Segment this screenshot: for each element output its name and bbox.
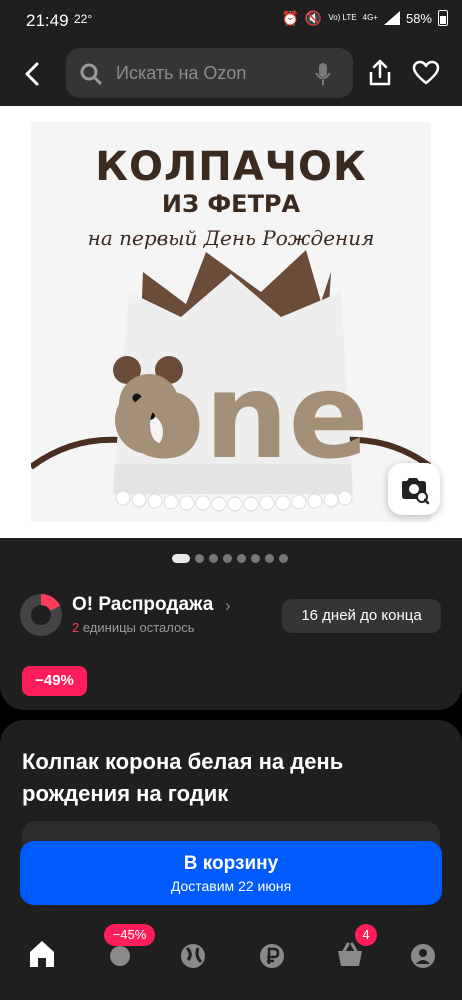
- app-header: Искать на Ozon: [0, 40, 462, 106]
- stock-label: единицы осталось: [82, 620, 195, 635]
- price-section: −49%: [0, 648, 462, 710]
- profile-icon: [411, 944, 435, 968]
- camera-search-icon: [402, 478, 430, 505]
- back-button[interactable]: [16, 58, 48, 90]
- sale-title[interactable]: О! Распродажа: [72, 594, 213, 616]
- product-photo[interactable]: КОЛПАЧОК ИЗ ФЕТРА на первый День Рождени…: [31, 122, 431, 522]
- add-to-cart-label: В корзину: [183, 853, 279, 874]
- chevron-left-icon: [25, 62, 39, 86]
- sale-logo-icon: [20, 594, 62, 636]
- carousel-dot[interactable]: [251, 554, 260, 563]
- battery-percent: 58%: [405, 10, 432, 26]
- carousel-dots: [172, 554, 288, 563]
- share-icon: [369, 59, 391, 86]
- carousel-dot[interactable]: [223, 554, 232, 563]
- carousel-dot[interactable]: [209, 554, 218, 563]
- status-temperature: 22°: [74, 12, 93, 26]
- carousel-dot[interactable]: [172, 554, 190, 563]
- status-time: 21:49: [26, 11, 69, 30]
- product-image-area[interactable]: КОЛПАЧОК ИЗ ФЕТРА на первый День Рождени…: [0, 106, 462, 538]
- carousel-dot[interactable]: [237, 554, 246, 563]
- bottom-navigation: −45% 4: [0, 920, 462, 1000]
- search-placeholder: Искать на Ozon: [116, 63, 247, 83]
- carousel-dot[interactable]: [279, 554, 288, 563]
- chevron-right-icon: ›: [225, 596, 231, 615]
- stock-count: 2: [72, 620, 80, 635]
- nav-home[interactable]: [22, 936, 62, 972]
- sale-promo[interactable]: О! Распродажа › 2 единицы осталось 16 дн…: [0, 586, 462, 648]
- carousel-dot[interactable]: [265, 554, 274, 563]
- heart-icon: [412, 60, 440, 85]
- nav-finance[interactable]: [252, 936, 292, 972]
- visual-search-button[interactable]: [388, 463, 440, 515]
- nav-fresh[interactable]: [173, 936, 213, 972]
- discount-badge: −49%: [22, 666, 87, 696]
- network-type: 4G+: [362, 13, 378, 22]
- status-bar: 21:49 22° ⏰ 🔇 Vo) LTE 4G+ 58%: [0, 0, 462, 40]
- search-input[interactable]: Искать на Ozon: [66, 48, 353, 98]
- volte-indicator: Vo) LTE: [328, 13, 357, 22]
- cart-count-badge: 4: [355, 924, 377, 946]
- ruble-icon: [260, 944, 284, 968]
- status-icons: ⏰ 🔇 Vo) LTE 4G+ 58%: [281, 10, 448, 26]
- home-icon: [30, 941, 54, 967]
- favorite-button[interactable]: [412, 59, 440, 87]
- alarm-icon: ⏰: [281, 10, 299, 26]
- battery-icon: [438, 10, 448, 26]
- share-button[interactable]: [366, 58, 394, 88]
- carousel-dot[interactable]: [195, 554, 204, 563]
- signal-icon: [383, 11, 400, 25]
- crown-text: one: [123, 347, 368, 485]
- microphone-icon[interactable]: [315, 62, 331, 86]
- product-title: Колпак корона белая на день рождения на …: [22, 749, 344, 806]
- nav-profile[interactable]: [403, 936, 443, 972]
- catalog-discount-badge: −45%: [104, 924, 155, 946]
- stock-remaining: 2 единицы осталось: [72, 620, 195, 635]
- search-icon: [80, 63, 102, 85]
- sale-timer: 16 дней до конца: [282, 599, 441, 633]
- image-carousel-indicator: [0, 538, 462, 586]
- delivery-date: Доставим 22 июня: [170, 878, 292, 894]
- add-to-cart-button[interactable]: В корзину Доставим 22 июня: [20, 841, 442, 905]
- globe-icon: [181, 944, 205, 968]
- crown-illustration: one: [31, 250, 431, 512]
- mute-icon: 🔇: [304, 10, 323, 26]
